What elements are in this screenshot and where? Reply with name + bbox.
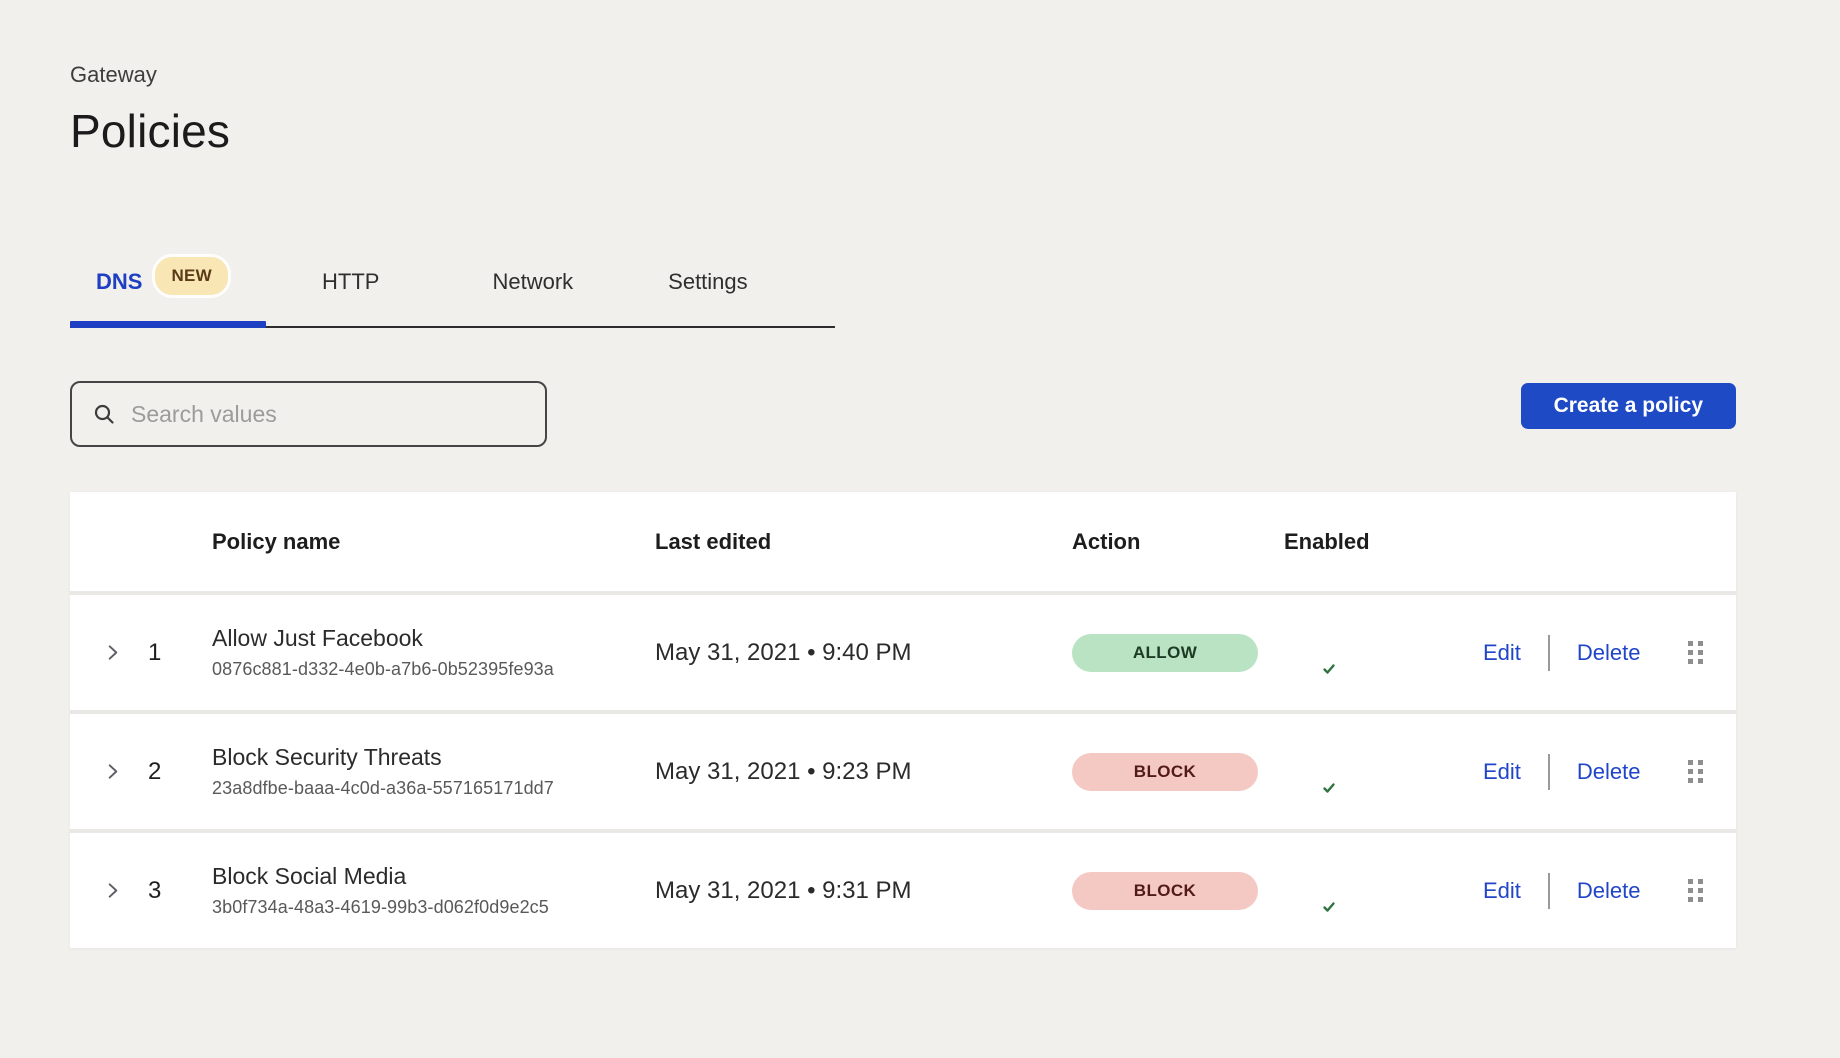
edit-link[interactable]: Edit [1483, 759, 1521, 785]
table-row: 2 Block Security Threats 23a8dfbe-baaa-4… [70, 714, 1736, 829]
check-icon [1322, 662, 1336, 676]
column-header-last-edited: Last edited [655, 529, 1072, 555]
search-input[interactable] [131, 401, 525, 428]
last-edited-value: May 31, 2021 • 9:40 PM [655, 639, 1072, 667]
table-row: 1 Allow Just Facebook 0876c881-d332-4e0b… [70, 595, 1736, 710]
column-header-action: Action [1072, 529, 1284, 555]
action-badge: BLOCK [1072, 872, 1258, 910]
table-header-row: Policy name Last edited Action Enabled [70, 492, 1736, 591]
tab-dns[interactable]: DNS NEW [70, 266, 261, 326]
policy-name: Allow Just Facebook [212, 625, 655, 652]
toggle-knob [1316, 656, 1342, 682]
search-icon [92, 402, 116, 426]
drag-handle-icon[interactable] [1684, 756, 1707, 787]
create-policy-button[interactable]: Create a policy [1521, 383, 1736, 429]
expand-chevron-icon[interactable] [103, 643, 122, 662]
edit-link[interactable]: Edit [1483, 878, 1521, 904]
policy-name: Block Security Threats [212, 744, 655, 771]
page-title: Policies [70, 104, 1736, 158]
tab-network[interactable]: Network [492, 269, 573, 323]
last-edited-value: May 31, 2021 • 9:31 PM [655, 877, 1072, 905]
drag-handle-icon[interactable] [1684, 875, 1707, 906]
action-badge: ALLOW [1072, 634, 1258, 672]
check-icon [1322, 900, 1336, 914]
new-badge: NEW [152, 254, 231, 298]
action-separator [1548, 635, 1550, 671]
active-tab-underline [70, 321, 266, 328]
toggle-knob [1316, 775, 1342, 801]
gateway-policies-page: Gateway Policies DNS NEW HTTP Network Se… [0, 0, 1840, 948]
expand-chevron-icon[interactable] [103, 762, 122, 781]
policy-id: 0876c881-d332-4e0b-a7b6-0b52395fe93a [212, 659, 655, 680]
row-number: 2 [148, 758, 161, 786]
policy-name: Block Social Media [212, 863, 655, 890]
tab-settings[interactable]: Settings [668, 269, 748, 323]
column-header-policy-name: Policy name [212, 529, 655, 555]
action-separator [1548, 754, 1550, 790]
action-badge: BLOCK [1072, 753, 1258, 791]
check-icon [1322, 781, 1336, 795]
row-number: 1 [148, 639, 161, 667]
tab-http[interactable]: HTTP [322, 269, 379, 323]
last-edited-value: May 31, 2021 • 9:23 PM [655, 758, 1072, 786]
toggle-knob [1316, 894, 1342, 920]
edit-link[interactable]: Edit [1483, 640, 1521, 666]
delete-link[interactable]: Delete [1577, 878, 1641, 904]
delete-link[interactable]: Delete [1577, 759, 1641, 785]
tab-dns-label: DNS [96, 269, 142, 295]
table-row: 3 Block Social Media 3b0f734a-48a3-4619-… [70, 833, 1736, 948]
tab-bar: DNS NEW HTTP Network Settings [70, 266, 835, 328]
action-separator [1548, 873, 1550, 909]
row-number: 3 [148, 877, 161, 905]
search-box[interactable] [70, 381, 547, 447]
policies-table: Policy name Last edited Action Enabled 1… [70, 492, 1736, 948]
policy-id: 3b0f734a-48a3-4619-99b3-d062f0d9e2c5 [212, 897, 655, 918]
drag-handle-icon[interactable] [1684, 637, 1707, 668]
toolbar: Create a policy [70, 381, 1736, 447]
column-header-enabled: Enabled [1284, 529, 1483, 555]
delete-link[interactable]: Delete [1577, 640, 1641, 666]
breadcrumb: Gateway [70, 62, 1736, 88]
expand-chevron-icon[interactable] [103, 881, 122, 900]
policy-id: 23a8dfbe-baaa-4c0d-a36a-557165171dd7 [212, 778, 655, 799]
